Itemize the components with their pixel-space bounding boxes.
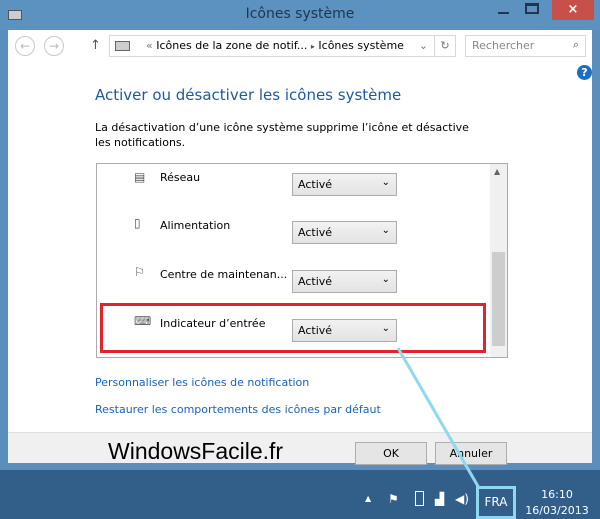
callout-line <box>396 347 481 489</box>
callout-line-segment <box>396 347 481 489</box>
